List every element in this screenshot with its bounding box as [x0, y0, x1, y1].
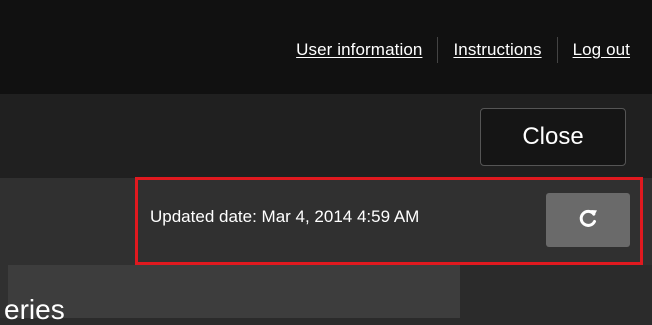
nav-divider — [556, 37, 558, 63]
toolbar: Close — [0, 94, 652, 178]
side-panel — [460, 265, 652, 318]
nav-divider — [437, 37, 439, 63]
updated-date-label: Updated date: Mar 4, 2014 4:59 AM — [150, 207, 420, 226]
top-bar: User information Instructions Log out — [0, 0, 652, 94]
user-information-link[interactable]: User information — [296, 40, 422, 60]
close-button[interactable]: Close — [480, 108, 626, 166]
refresh-button[interactable] — [546, 193, 630, 247]
top-navigation: User information Instructions Log out — [296, 37, 630, 63]
refresh-icon — [576, 206, 600, 235]
content-panel — [8, 265, 460, 318]
log-out-link[interactable]: Log out — [573, 40, 630, 60]
series-heading-fragment: eries — [4, 294, 65, 325]
instructions-link[interactable]: Instructions — [453, 40, 541, 60]
